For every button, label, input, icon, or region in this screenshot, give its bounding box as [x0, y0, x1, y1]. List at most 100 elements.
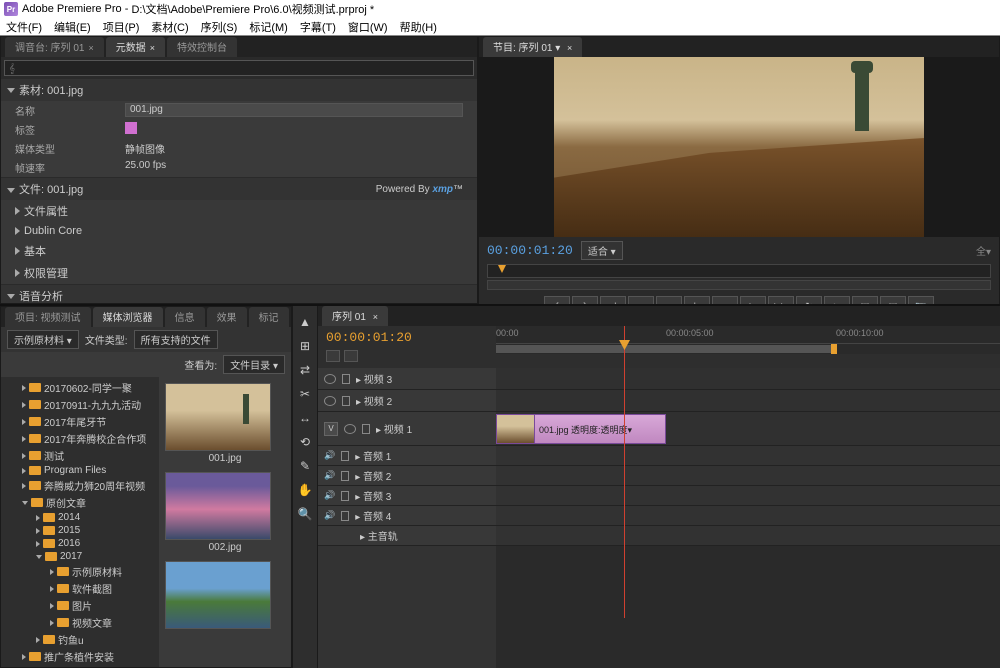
- menu-title[interactable]: 字幕(T): [300, 19, 336, 35]
- work-area-bar[interactable]: [496, 344, 1000, 354]
- tree-item[interactable]: Program Files: [3, 464, 157, 477]
- tree-item[interactable]: 2015: [3, 524, 157, 537]
- tab-audio-console[interactable]: 调音台: 序列 01×: [5, 37, 104, 57]
- section-file-props[interactable]: 文件属性: [1, 200, 477, 222]
- section-basic[interactable]: 基本: [1, 240, 477, 262]
- program-playhead-icon[interactable]: [498, 265, 506, 273]
- rate-stretch-tool[interactable]: ⟲: [295, 432, 315, 452]
- master-track-header[interactable]: ▸ 主音轨: [318, 526, 496, 546]
- program-ruler[interactable]: [487, 264, 991, 278]
- zoom-tool[interactable]: 🔍: [295, 504, 315, 524]
- tab-effects[interactable]: 效果: [207, 307, 247, 327]
- tab-info[interactable]: 信息: [165, 307, 205, 327]
- tree-item[interactable]: 20170602-同学一聚: [3, 379, 157, 396]
- eye-icon: [324, 396, 336, 406]
- tab-markers[interactable]: 标记: [249, 307, 289, 327]
- video-track-header[interactable]: ▸ 视频 3: [318, 368, 496, 390]
- menu-help[interactable]: 帮助(H): [400, 19, 437, 35]
- tree-item[interactable]: 钓鱼u: [3, 631, 157, 648]
- ripple-tool[interactable]: ⇄: [295, 360, 315, 380]
- meta-name-value[interactable]: 001.jpg: [125, 103, 463, 117]
- timeline-clip[interactable]: 001.jpg 透明度:透明度▾: [496, 414, 666, 444]
- tree-item[interactable]: 2017年尾牙节: [3, 413, 157, 430]
- tree-item[interactable]: 原创文章: [3, 494, 157, 511]
- preset-dropdown[interactable]: 示例原材料 ▾: [7, 330, 79, 349]
- tree-item[interactable]: 推广条植件安装: [3, 648, 157, 665]
- tab-program[interactable]: 节目: 序列 01 ▾ ×: [483, 37, 582, 57]
- menu-sequence[interactable]: 序列(S): [201, 19, 238, 35]
- tree-item[interactable]: 2014: [3, 511, 157, 524]
- program-viewport[interactable]: [479, 57, 999, 237]
- program-scrubber[interactable]: [487, 280, 991, 290]
- menu-clip[interactable]: 素材(C): [151, 19, 188, 35]
- menu-file[interactable]: 文件(F): [6, 19, 42, 35]
- hand-tool[interactable]: ✋: [295, 480, 315, 500]
- tree-item[interactable]: 示例原材料: [3, 563, 157, 580]
- video-track-header[interactable]: ▸ 视频 2: [318, 390, 496, 412]
- tab-media-browser[interactable]: 媒体浏览器: [93, 307, 163, 327]
- tree-item[interactable]: 测试: [3, 447, 157, 464]
- menu-window[interactable]: 窗口(W): [348, 19, 388, 35]
- filetype-label: 文件类型:: [85, 332, 128, 347]
- selection-tool[interactable]: ▲: [295, 312, 315, 332]
- app-icon: Pr: [4, 2, 18, 16]
- tree-item[interactable]: 20170911-九九九活动: [3, 396, 157, 413]
- timeline-timecode[interactable]: 00:00:01:20: [326, 330, 488, 345]
- view-dropdown[interactable]: 文件目录 ▾: [223, 355, 285, 374]
- view-label: 查看为:: [184, 357, 217, 372]
- zoom-fit-dropdown[interactable]: 适合 ▾: [581, 241, 623, 260]
- meta-type-value: 静帧图像: [125, 141, 463, 156]
- project-path: D:\文档\Adobe\Premiere Pro\6.0\视频测试.prproj…: [131, 1, 374, 17]
- audio-track-header[interactable]: 🔊▸ 音频 3: [318, 486, 496, 506]
- lock-icon: [341, 511, 349, 521]
- audio-track-header[interactable]: 🔊▸ 音频 2: [318, 466, 496, 486]
- tree-item[interactable]: 软件截图: [3, 580, 157, 597]
- thumb-item[interactable]: 002.jpg: [165, 472, 285, 553]
- filetype-dropdown[interactable]: 所有支持的文件: [134, 330, 218, 349]
- tab-effect-controls[interactable]: 特效控制台: [167, 37, 237, 57]
- clip-section-header[interactable]: 素材: 001.jpg: [1, 79, 477, 101]
- tree-item[interactable]: 奔腾威力狮20周年视频: [3, 477, 157, 494]
- program-monitor: 节目: 序列 01 ▾ × 00:00:01:20 适合 ▾ 全▾ { }: [478, 36, 1000, 304]
- tree-item[interactable]: 2017年奔腾校企合作项: [3, 430, 157, 447]
- tree-item[interactable]: 2016: [3, 537, 157, 550]
- menu-project[interactable]: 项目(P): [103, 19, 140, 35]
- section-rights[interactable]: 权限管理: [1, 262, 477, 284]
- pen-tool[interactable]: ✎: [295, 456, 315, 476]
- tab-project[interactable]: 项目: 视频测试: [5, 307, 91, 327]
- titlebar: Pr Adobe Premiere Pro - D:\文档\Adobe\Prem…: [0, 0, 1000, 18]
- label-color-swatch[interactable]: [125, 122, 137, 134]
- razor-tool[interactable]: ✂: [295, 384, 315, 404]
- thumb-item[interactable]: [165, 561, 285, 631]
- lock-icon: [341, 451, 349, 461]
- video-track-header[interactable]: V▸ 视频 1: [318, 412, 496, 446]
- metadata-search-input[interactable]: [4, 60, 474, 76]
- speech-section[interactable]: 语音分析: [1, 285, 477, 303]
- tab-sequence[interactable]: 序列 01 ×: [322, 306, 388, 326]
- video-frame: [554, 57, 924, 237]
- file-section-header[interactable]: 文件: 001.jpg Powered By xmp™: [1, 178, 477, 200]
- timeline-ruler[interactable]: 00:0000:00:05:0000:00:10:0000:00:15:00: [496, 326, 1000, 344]
- snap-icon[interactable]: [326, 350, 340, 362]
- lock-icon: [341, 491, 349, 501]
- program-timecode[interactable]: 00:00:01:20: [487, 243, 573, 258]
- sync-lock-icon[interactable]: [344, 350, 358, 362]
- audio-track-header[interactable]: 🔊▸ 音频 4: [318, 506, 496, 526]
- speaker-icon: 🔊: [324, 450, 335, 461]
- app-name: Adobe Premiere Pro: [22, 3, 122, 15]
- menu-marker[interactable]: 标记(M): [249, 19, 288, 35]
- audio-track-header[interactable]: 🔊▸ 音频 1: [318, 446, 496, 466]
- slip-tool[interactable]: ↔: [295, 408, 315, 428]
- menu-edit[interactable]: 编辑(E): [54, 19, 91, 35]
- tree-item[interactable]: 图片: [3, 597, 157, 614]
- track-content[interactable]: 001.jpg 透明度:透明度▾: [496, 368, 1000, 668]
- tree-item[interactable]: 视频文章: [3, 614, 157, 631]
- tab-metadata[interactable]: 元数据×: [106, 37, 165, 57]
- thumb-item[interactable]: 001.jpg: [165, 383, 285, 464]
- track-select-tool[interactable]: ⊞: [295, 336, 315, 356]
- lock-icon: [341, 471, 349, 481]
- section-dublin-core[interactable]: Dublin Core: [1, 222, 477, 240]
- tree-item[interactable]: 2017: [3, 550, 157, 563]
- full-quality-dropdown[interactable]: 全▾: [976, 243, 991, 258]
- timeline-panel: 序列 01 × 00:00:01:20 00:0000:00:05:0000:0…: [318, 306, 1000, 668]
